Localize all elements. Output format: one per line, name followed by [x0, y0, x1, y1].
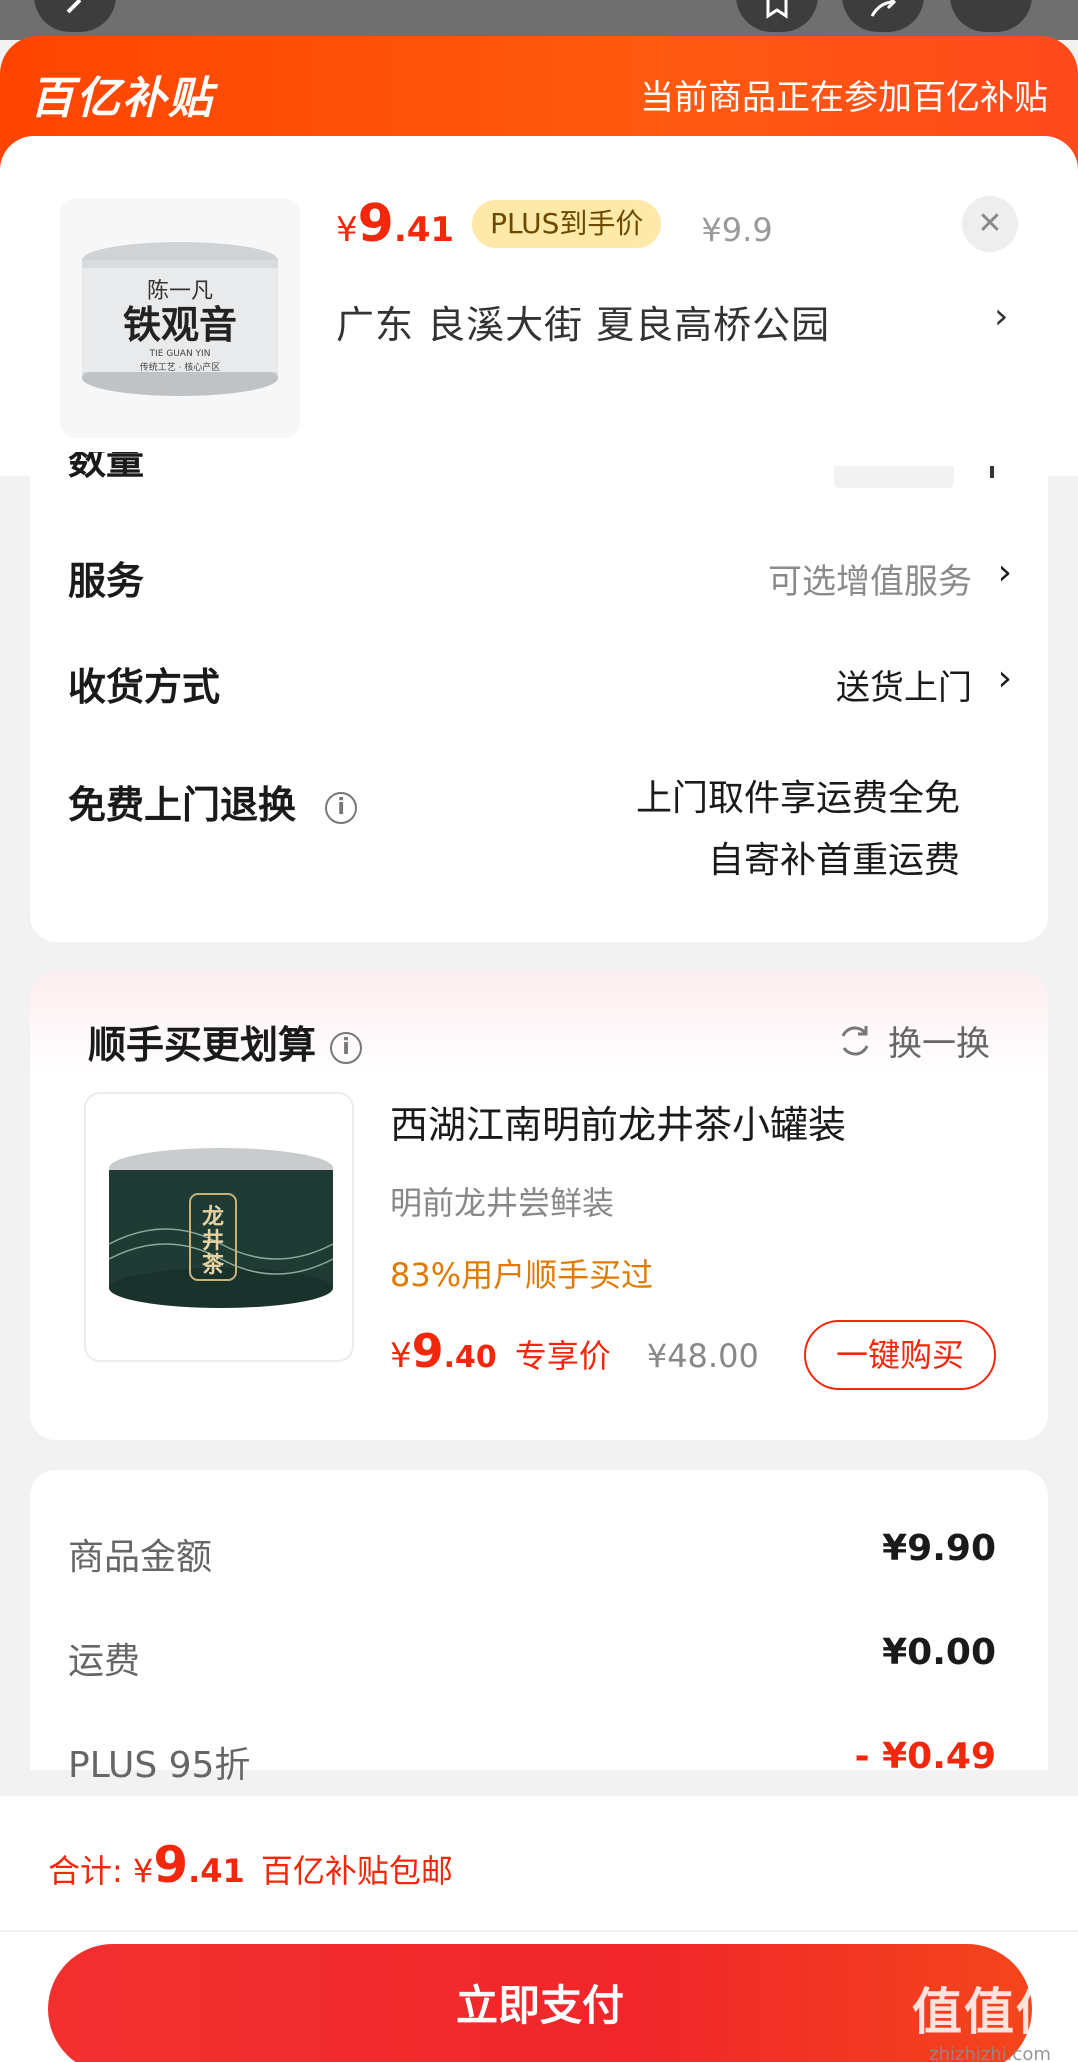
close-icon: ✕ — [977, 206, 1003, 241]
free-return-line1: 上门取件享运费全免 — [635, 778, 960, 819]
back-arrow-icon — [66, 0, 82, 14]
share-button[interactable] — [842, 0, 924, 32]
price-integer: 9 — [357, 194, 394, 254]
plus-discount-value: - ¥0.49 — [854, 1736, 996, 1777]
upsell-popularity-tag: 83%用户顺手买过 — [390, 1256, 654, 1294]
free-return-row: 免费上门退换 i 上门取件享运费全免 自寄补首重运费 — [68, 774, 1012, 881]
service-row[interactable]: 服务 可选增值服务 › — [68, 550, 1012, 605]
footer-divider — [0, 1930, 1078, 1932]
delivery-method-row[interactable]: 收货方式 送货上门 › — [68, 656, 1012, 711]
shipping-value: ¥0.00 — [882, 1632, 996, 1673]
plus-price-tag: PLUS到手价 — [472, 200, 662, 248]
upsell-product-name[interactable]: 西湖江南明前龙井茶小罐装 — [390, 1094, 846, 1149]
delivery-method-label: 收货方式 — [68, 665, 221, 709]
close-button[interactable]: ✕ — [962, 196, 1018, 252]
upsell-title: 顺手买更划算 i — [88, 1014, 363, 1069]
price-decimal: .40 — [443, 1340, 497, 1375]
total-note: 百亿补贴包邮 — [260, 1852, 453, 1890]
chevron-right-icon[interactable]: › — [994, 296, 1008, 337]
original-price: ¥9.9 — [701, 211, 773, 249]
total-integer: 9 — [153, 1836, 189, 1894]
watermark-url: zhizhizhi.com — [929, 2044, 1051, 2062]
price-summary-card: 商品金额 ¥9.90 运费 ¥0.00 PLUS 95折 - ¥0.49 — [30, 1470, 1048, 1786]
shipping-label: 运费 — [68, 1641, 141, 1682]
watermark-logo: 值值值 — [912, 1983, 1068, 2041]
upsell-original-price: ¥48.00 — [646, 1337, 759, 1375]
thumb-slogan: 传统工艺 · 核心产区 — [140, 361, 221, 373]
share-icon — [870, 0, 897, 17]
thumb-name: 铁观音 — [123, 302, 237, 347]
subsidy-logo: 百亿补贴 — [30, 73, 214, 124]
price-integer: 9 — [411, 1324, 444, 1378]
price-symbol: ¥ — [390, 1336, 412, 1376]
thumb-brand: 陈一凡 — [147, 279, 213, 304]
product-header: 陈一凡 铁观音 TIE GUAN YIN 传统工艺 · 核心产区 ¥ 9 .41… — [0, 136, 1078, 476]
tea-can-image: 陈一凡 铁观音 TIE GUAN YIN 传统工艺 · 核心产区 — [60, 198, 300, 438]
total-decimal: .41 — [188, 1852, 245, 1890]
service-label: 服务 — [68, 559, 145, 603]
price-decimal: .41 — [393, 210, 455, 250]
free-return-line2: 自寄补首重运费 — [707, 840, 960, 881]
quantity-stepper[interactable] — [834, 466, 954, 488]
goods-amount-value: ¥9.90 — [882, 1528, 996, 1569]
product-thumbnail[interactable]: 陈一凡 铁观音 TIE GUAN YIN 传统工艺 · 核心产区 — [60, 198, 300, 438]
goods-amount-row: 商品金额 ¥9.90 — [68, 1528, 996, 1580]
longjing-can-image: 龙井茶 — [86, 1094, 352, 1360]
pay-now-button[interactable]: 立即支付 — [48, 1944, 1032, 2062]
quantity-label: 数量 — [68, 452, 145, 480]
more-button[interactable] — [950, 0, 1032, 32]
swap-button[interactable]: 换一换 — [836, 1016, 990, 1065]
delivery-address[interactable]: 广东 良溪大街 夏良高桥公园 — [336, 294, 830, 349]
info-icon[interactable]: i — [325, 792, 358, 824]
chevron-right-icon: › — [997, 658, 1012, 699]
service-value: 可选增值服务 — [768, 562, 972, 602]
status-strip — [0, 0, 1078, 40]
upsell-price: ¥ 9 .40 专享价 ¥48.00 — [390, 1324, 759, 1378]
swap-label: 换一换 — [888, 1024, 990, 1064]
info-icon[interactable]: i — [330, 1032, 363, 1064]
one-click-buy-button[interactable]: 一键购买 — [804, 1320, 996, 1390]
back-button[interactable] — [34, 0, 116, 32]
watermark: 值值值 zhizhizhi.com — [912, 1972, 1068, 2062]
goods-amount-label: 商品金额 — [68, 1537, 213, 1578]
upsell-card: 顺手买更划算 i 换一换 龙井茶 西湖江南明前龙井茶小罐装 明前龙井尝鲜装 83%… — [30, 972, 1048, 1440]
order-options-card: 数量 服务 可选增值服务 › 收货方式 送货上门 › 免费上门退换 i 上门取件… — [30, 452, 1048, 942]
refresh-icon — [841, 1025, 869, 1055]
shipping-row: 运费 ¥0.00 — [68, 1632, 996, 1684]
favorite-button[interactable] — [736, 0, 818, 32]
product-price: ¥ 9 .41 PLUS到手价 ¥9.9 — [336, 194, 773, 254]
subsidy-tip: 当前商品正在参加百亿补贴 — [640, 78, 1048, 118]
chevron-right-icon: › — [997, 552, 1012, 593]
order-total: 合计: ¥ 9 .41 百亿补贴包邮 — [48, 1836, 453, 1894]
exclusive-price-label: 专享价 — [514, 1337, 611, 1375]
total-prefix: 合计: ¥ — [48, 1852, 154, 1890]
free-return-detail: 上门取件享运费全免 自寄补首重运费 — [636, 768, 960, 892]
upsell-thumb-name: 龙井茶 — [202, 1204, 225, 1278]
upsell-thumbnail[interactable]: 龙井茶 — [84, 1092, 354, 1362]
thumb-pinyin: TIE GUAN YIN — [149, 349, 211, 359]
quantity-plus-icon[interactable] — [990, 466, 994, 478]
free-return-label: 免费上门退换 — [68, 783, 297, 827]
plus-discount-label: PLUS 95折 — [68, 1745, 251, 1786]
plus-discount-row: PLUS 95折 - ¥0.49 — [68, 1736, 996, 1788]
delivery-method-value: 送货上门 — [836, 668, 972, 708]
bookmark-icon — [766, 0, 788, 19]
upsell-product-subtitle: 明前龙井尝鲜装 — [390, 1184, 615, 1222]
price-symbol: ¥ — [336, 210, 358, 250]
